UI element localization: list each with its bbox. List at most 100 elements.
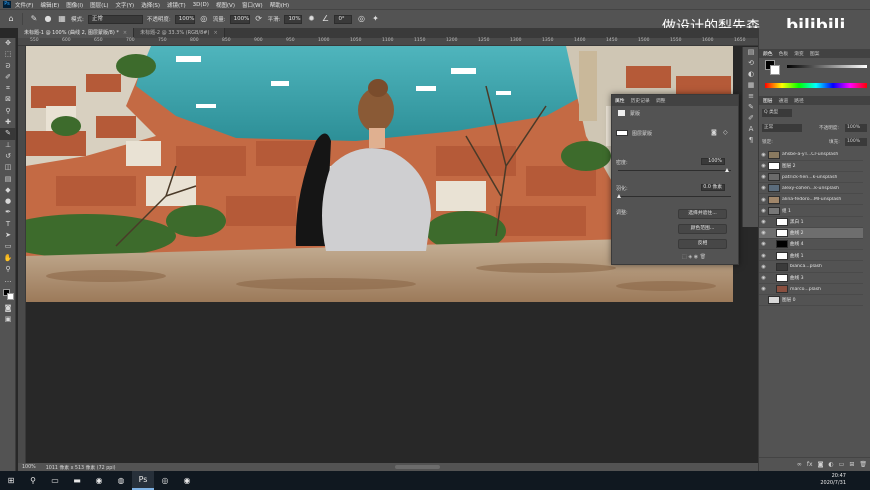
symmetry-icon[interactable]: ✦ (370, 14, 380, 24)
history-brush-tool-icon[interactable]: ↺ (0, 151, 16, 162)
eye-icon[interactable]: ◉ (759, 152, 768, 158)
layer-row[interactable]: ◉ 组 1 (759, 206, 863, 217)
opacity-field[interactable]: 100% (174, 14, 195, 24)
netease-music-icon[interactable]: ◉ (176, 471, 198, 490)
frame-tool-icon[interactable]: ⊠ (0, 94, 16, 105)
menu-layer[interactable]: 图层(L) (90, 1, 108, 9)
layer-row[interactable]: ◉ 曲线 3 (759, 273, 863, 284)
angle-field[interactable]: 0° (334, 14, 353, 24)
tab-gradients[interactable]: 渐变 (794, 50, 804, 57)
windows-start-icon[interactable]: ⊞ (0, 471, 22, 490)
pixel-mask-icon[interactable]: ◙ (711, 129, 717, 136)
eye-icon[interactable]: ◉ (759, 174, 768, 180)
tab-document-2[interactable]: 未标题-2 @ 33.3% (RGB/8#) × (134, 28, 225, 38)
lasso-tool-icon[interactable]: ᘐ (0, 61, 16, 72)
layer-row[interactable]: ◉ 曲线 2 (759, 228, 863, 239)
delete-layer-icon[interactable]: 🗑 (859, 461, 867, 468)
vector-mask-icon[interactable]: ◇ (723, 129, 728, 136)
layer-row[interactable]: ◉ 曲线 1 (759, 251, 863, 262)
eye-icon[interactable]: ◉ (759, 208, 768, 214)
eye-icon[interactable]: ◉ (759, 163, 768, 169)
layer-row[interactable]: ◉ alexy-cohen...k-unsplash (759, 184, 863, 195)
layer-row[interactable]: ◉ patrick-hen...k-unsplash (759, 172, 863, 183)
close-icon[interactable]: × (123, 30, 127, 36)
tab-adjustments[interactable]: 调整 (656, 97, 666, 104)
adjustments-panel-icon[interactable]: ◐ (743, 69, 759, 80)
smooth-field[interactable]: 10% (284, 14, 303, 24)
feather-field[interactable]: 0.0 像素 (701, 184, 725, 191)
layer-opacity-field[interactable]: 100% (845, 124, 867, 132)
stamp-tool-icon[interactable]: ⊥ (0, 140, 16, 151)
tab-patterns[interactable]: 图案 (810, 50, 820, 57)
task-view-icon[interactable]: ▭ (44, 471, 66, 490)
eye-icon[interactable]: ◉ (759, 219, 768, 225)
paths-panel-icon[interactable]: ✎ (743, 102, 759, 113)
browser-icon[interactable]: ◉ (88, 471, 110, 490)
gradient-tool-icon[interactable]: ▤ (0, 174, 16, 185)
file-explorer-icon[interactable]: ▬ (66, 471, 88, 490)
eye-icon[interactable]: ◉ (759, 241, 768, 247)
zoom-tool-icon[interactable]: ⚲ (0, 264, 16, 275)
menu-image[interactable]: 图像(I) (66, 1, 83, 9)
color-slider[interactable] (787, 65, 867, 68)
menu-type[interactable]: 文字(Y) (116, 1, 135, 9)
zoom-level[interactable]: 100% (22, 465, 36, 470)
eraser-tool-icon[interactable]: ◫ (0, 162, 16, 173)
document-info[interactable]: 1011 像素 x 513 像素 (72 ppi) (46, 464, 116, 471)
background-color-swatch[interactable] (7, 292, 14, 300)
tab-paths[interactable]: 路径 (794, 97, 804, 104)
layer-row[interactable]: ◉ 黑白 1 (759, 217, 863, 228)
quick-select-tool-icon[interactable]: ✐ (0, 72, 16, 83)
menu-select[interactable]: 选择(S) (141, 1, 160, 9)
mask-footer-icons[interactable]: ⬚ ◈ ◉ 🗑 (682, 254, 706, 260)
layer-row[interactable]: ◉ bianca...plash (759, 262, 863, 273)
tab-layers[interactable]: 图层 (763, 97, 773, 104)
eye-icon[interactable]: ◉ (759, 253, 768, 259)
channels-panel-icon[interactable]: ≡ (743, 91, 759, 102)
pressure-size-icon[interactable]: ◎ (356, 14, 366, 24)
eye-icon[interactable]: ◉ (759, 230, 768, 236)
brush-panel-icon[interactable]: ▦ (57, 14, 67, 24)
eye-icon[interactable]: ◉ (759, 197, 768, 203)
hand-tool-icon[interactable]: ✋ (0, 253, 16, 264)
pen-tool-icon[interactable]: ✒ (0, 207, 16, 218)
flow-field[interactable]: 100% (229, 14, 250, 24)
density-slider[interactable] (618, 170, 731, 171)
properties-panel-icon[interactable]: ▤ (743, 47, 759, 58)
menu-file[interactable]: 文件(F) (15, 1, 33, 9)
more-tools-icon[interactable]: … (0, 275, 16, 286)
invert-button[interactable]: 反相 (678, 239, 727, 249)
blend-mode-select[interactable]: 正常 (762, 124, 802, 132)
layer-kind-filter[interactable]: Q 类型 (762, 109, 792, 117)
link-layers-icon[interactable]: ∞ (797, 461, 802, 468)
history-panel-icon[interactable]: ⟲ (743, 58, 759, 69)
libraries-panel-icon[interactable]: ▦ (743, 80, 759, 91)
eye-icon[interactable]: ◉ (759, 185, 768, 191)
feather-slider-thumb[interactable] (617, 194, 621, 198)
search-icon[interactable]: ⚲ (22, 471, 44, 490)
shape-tool-icon[interactable]: ▭ (0, 241, 16, 252)
layer-row[interactable]: ◉ ahsbe-a-yT...Cr-unsplash (759, 150, 863, 161)
color-bg-swatch[interactable] (770, 65, 780, 75)
eye-icon[interactable]: ◉ (759, 275, 768, 281)
eye-icon[interactable]: ◉ (759, 286, 768, 292)
clock[interactable]: 20:47 2020/7/31 (820, 473, 846, 487)
feather-slider[interactable] (618, 196, 731, 197)
wechat-icon[interactable]: ◍ (110, 471, 132, 490)
tab-swatches[interactable]: 色板 (779, 50, 789, 57)
layer-row[interactable]: ◉ alina-fedoro...MI-unsplash (759, 195, 863, 206)
new-layer-icon[interactable]: ⊞ (849, 461, 854, 468)
menu-filter[interactable]: 滤镜(T) (167, 1, 186, 9)
menu-window[interactable]: 窗口(W) (242, 1, 263, 9)
paragraph-panel-icon[interactable]: ¶ (743, 135, 759, 146)
airbrush-icon[interactable]: ⟳ (254, 14, 264, 24)
horizontal-scrollbar[interactable] (395, 465, 440, 469)
screen-mode-icon[interactable]: ▣ (0, 314, 16, 325)
menu-help[interactable]: 帮助(H) (270, 1, 289, 9)
marquee-tool-icon[interactable]: ⬚ (0, 49, 16, 60)
tab-properties[interactable]: 属性 (615, 97, 625, 104)
new-group-icon[interactable]: ▭ (839, 461, 845, 468)
path-select-tool-icon[interactable]: ➤ (0, 230, 16, 241)
layer-row[interactable]: ◉ marco...plash (759, 284, 863, 295)
density-slider-thumb[interactable] (725, 168, 729, 172)
